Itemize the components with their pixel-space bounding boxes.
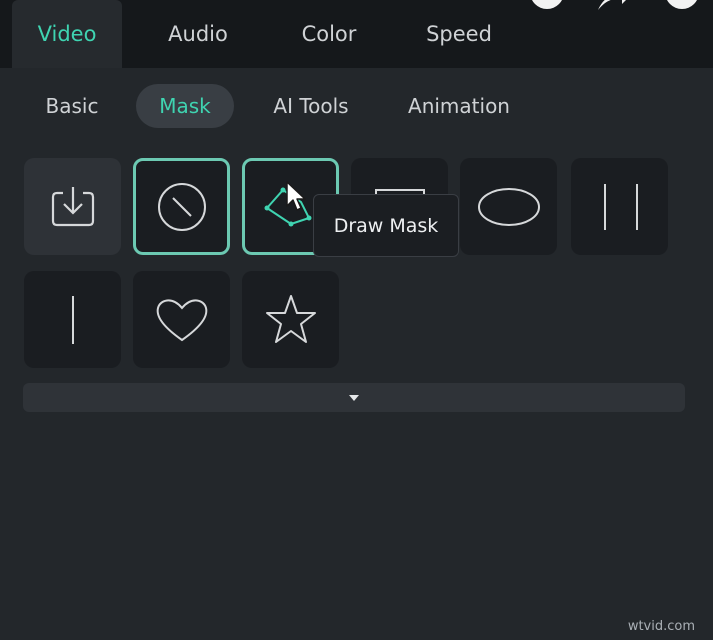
more-options-icon[interactable] — [665, 0, 699, 12]
mask-tile-single-line[interactable] — [24, 271, 121, 368]
ellipse-mask-icon — [477, 187, 540, 226]
subtab-basic[interactable]: Basic — [30, 84, 114, 128]
import-icon — [51, 186, 94, 226]
subtab-animation[interactable]: Animation — [390, 84, 528, 128]
no-mask-icon — [157, 182, 206, 231]
mouse-cursor-icon — [286, 181, 306, 211]
chevron-down-icon — [349, 394, 359, 401]
star-mask-icon — [265, 294, 316, 343]
top-tab-bar: Video Audio Color Speed — [0, 0, 713, 68]
circle-button-icon[interactable] — [530, 0, 564, 12]
watermark: wtvid.com — [627, 619, 695, 634]
single-line-mask-icon — [71, 295, 74, 344]
mask-tile-none[interactable] — [133, 158, 230, 255]
mask-tile-double-line[interactable] — [571, 158, 668, 255]
subtab-ai-tools[interactable]: AI Tools — [256, 84, 366, 128]
double-line-mask-icon — [603, 183, 638, 230]
tab-color[interactable]: Color — [274, 0, 384, 68]
tooltip-draw-mask: Draw Mask — [313, 194, 459, 257]
mask-tile-star[interactable] — [242, 271, 339, 368]
subtab-mask[interactable]: Mask — [136, 84, 234, 128]
tab-speed[interactable]: Speed — [404, 0, 514, 68]
expand-more-bar[interactable] — [23, 383, 685, 412]
tab-video[interactable]: Video — [12, 0, 122, 68]
mask-tile-heart[interactable] — [133, 271, 230, 368]
mask-tile-ellipse[interactable] — [460, 158, 557, 255]
tab-audio[interactable]: Audio — [143, 0, 253, 68]
heart-mask-icon — [156, 299, 207, 341]
share-icon[interactable] — [596, 0, 630, 12]
mask-tile-import[interactable] — [24, 158, 121, 255]
